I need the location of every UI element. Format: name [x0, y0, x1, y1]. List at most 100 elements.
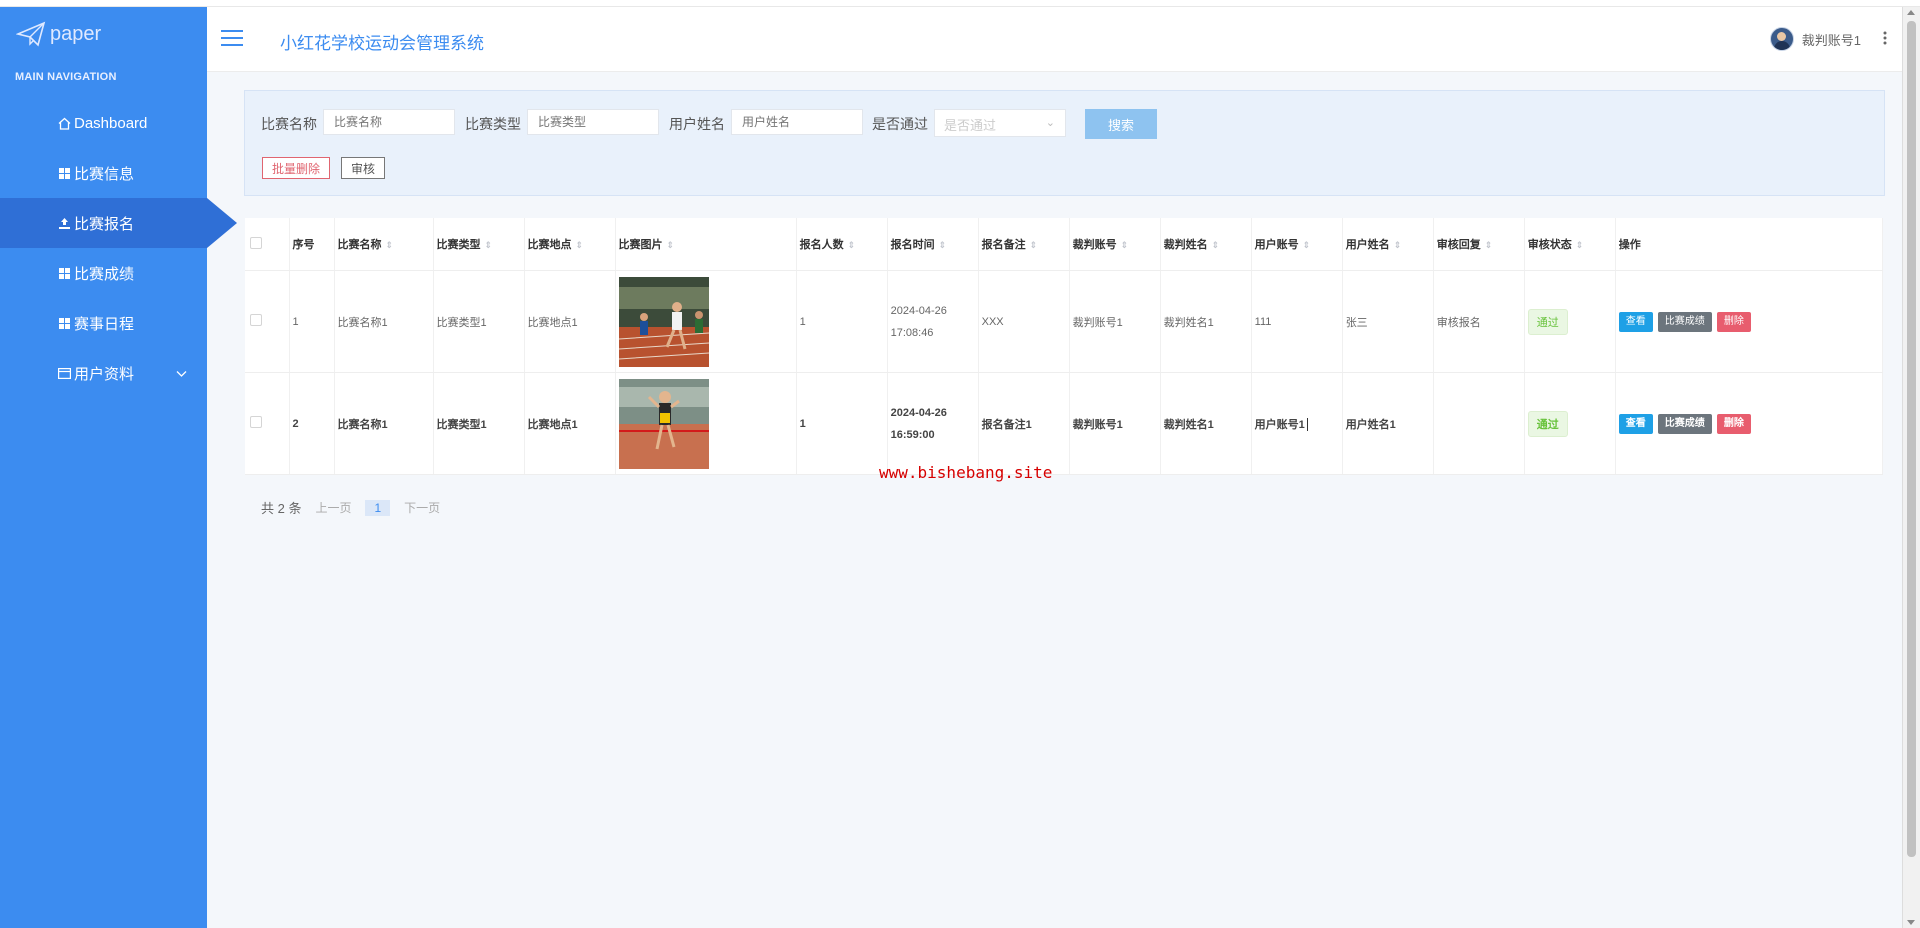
scrollbar-thumb[interactable] — [1907, 21, 1916, 857]
more-vertical-icon[interactable] — [1883, 31, 1887, 45]
sidebar-item-label: 比赛报名 — [74, 215, 135, 233]
cell-match-name: 比赛名称1 — [334, 270, 434, 373]
cell-referee-name: 裁判姓名1 — [1160, 270, 1252, 373]
user-menu[interactable]: 裁判账号1 — [1769, 27, 1887, 51]
table-header-row: 序号 比赛名称 ⇕ 比赛类型 ⇕ 比赛地点 ⇕ 比赛图片 ⇕ 报名人数 ⇕ 报名时间 ⇕ 报… — [245, 218, 1884, 271]
sort-icon[interactable]: ⇕ — [576, 240, 584, 251]
scroll-up-arrow-icon[interactable] — [1907, 10, 1915, 15]
registration-table: 序号 比赛名称 ⇕ 比赛类型 ⇕ 比赛地点 ⇕ 比赛图片 ⇕ 报名人数 ⇕ 报名时间 ⇕ 报… — [245, 218, 1884, 475]
sidebar-item-scores[interactable]: 比赛成绩 — [0, 248, 207, 298]
sidebar-item-dashboard[interactable]: Dashboard — [0, 98, 207, 148]
sort-icon[interactable]: ⇕ — [1212, 240, 1220, 251]
page-scrollbar[interactable] — [1902, 7, 1920, 928]
sidebar-item-label: Dashboard — [74, 114, 148, 132]
sidebar: paper MAIN NAVIGATION Dashboard 比赛信息 比赛报… — [0, 7, 237, 928]
column-header: 序号 — [289, 218, 335, 271]
text-cursor — [1306, 418, 1308, 432]
prev-page-button[interactable]: 上一页 — [315, 499, 351, 516]
sidebar-item-user-profile[interactable]: 用户资料 — [0, 348, 207, 398]
match-photo-image[interactable] — [618, 276, 709, 367]
cell-time: 2024-04-26 16:59:00 — [887, 372, 979, 475]
column-header-sortable[interactable]: 用户姓名 ⇕ — [1342, 218, 1434, 271]
watermark-text: www.bishebang.site — [879, 463, 1053, 482]
sort-icon[interactable]: ⇕ — [1030, 240, 1038, 251]
cell-match-name: 比赛名称1 — [334, 372, 434, 475]
view-button[interactable]: 查看 — [1618, 413, 1653, 434]
column-header-sortable[interactable]: 报名人数 ⇕ — [796, 218, 888, 271]
score-button[interactable]: 比赛成绩 — [1657, 311, 1712, 332]
sidebar-item-label: 用户资料 — [74, 365, 135, 383]
cell-reply — [1433, 372, 1525, 475]
user-name-input[interactable] — [731, 109, 863, 135]
column-header-sortable[interactable]: 比赛地点 ⇕ — [524, 218, 616, 271]
cell-referee-account: 裁判账号1 — [1069, 270, 1161, 373]
next-page-button[interactable]: 下一页 — [404, 499, 440, 516]
sidebar-item-schedule[interactable]: 赛事日程 — [0, 298, 207, 348]
row-checkbox[interactable] — [250, 314, 262, 326]
sort-icon[interactable]: ⇕ — [485, 240, 493, 251]
cell-time: 2024-04-26 17:08:46 — [887, 270, 979, 373]
avatar[interactable] — [1769, 27, 1794, 51]
column-header-sortable[interactable]: 比赛名称 ⇕ — [334, 218, 434, 271]
pagination: 共 2 条 上一页 1 下一页 — [261, 498, 440, 517]
column-header-sortable[interactable]: 裁判姓名 ⇕ — [1160, 218, 1252, 271]
column-header-sortable[interactable]: 审核状态 ⇕ — [1524, 218, 1616, 271]
row-checkbox[interactable] — [250, 416, 262, 428]
hamburger-menu-icon[interactable] — [221, 30, 243, 46]
cell-status: 通过 — [1524, 372, 1616, 475]
sort-icon[interactable]: ⇕ — [1485, 240, 1493, 251]
cell-user-name: 张三 — [1342, 270, 1434, 373]
sort-icon[interactable]: ⇕ — [1394, 240, 1402, 251]
match-type-label: 比赛类型 — [465, 116, 521, 132]
column-header-sortable[interactable]: 比赛图片 ⇕ — [615, 218, 797, 271]
sort-icon[interactable]: ⇕ — [848, 240, 856, 251]
score-button[interactable]: 比赛成绩 — [1657, 413, 1712, 434]
passed-select[interactable]: 是否通过 ⌄ — [934, 109, 1066, 137]
delete-button[interactable]: 删除 — [1716, 413, 1751, 434]
column-header-sortable[interactable]: 裁判账号 ⇕ — [1069, 218, 1161, 271]
match-name-input[interactable] — [323, 109, 455, 135]
cell-match-type: 比赛类型1 — [433, 270, 525, 373]
cell-match-place: 比赛地点1 — [524, 270, 616, 373]
view-button[interactable]: 查看 — [1618, 311, 1653, 332]
search-button[interactable]: 搜索 — [1085, 109, 1157, 139]
column-header-sortable[interactable]: 报名时间 ⇕ — [887, 218, 979, 271]
chevron-down-icon: ⌄ — [1045, 117, 1055, 129]
chevron-down-icon[interactable] — [176, 365, 187, 382]
top-header: 小红花学校运动会管理系统 裁判账号1 — [207, 7, 1903, 72]
sort-icon[interactable]: ⇕ — [386, 240, 394, 251]
cell-referee-account: 裁判账号1 — [1069, 372, 1161, 475]
cell-match-image — [615, 372, 797, 475]
sidebar-item-registration[interactable]: 比赛报名 — [0, 198, 237, 248]
cell-referee-name: 裁判姓名1 — [1160, 372, 1252, 475]
column-header-sortable[interactable]: 报名备注 ⇕ — [978, 218, 1070, 271]
sort-icon[interactable]: ⇕ — [1303, 240, 1311, 251]
column-header-sortable[interactable]: 审核回复 ⇕ — [1433, 218, 1525, 271]
match-type-input[interactable] — [527, 109, 659, 135]
sidebar-item-match-info[interactable]: 比赛信息 — [0, 148, 207, 198]
page-number-button[interactable]: 1 — [365, 499, 391, 516]
audit-button[interactable]: 审核 — [341, 157, 386, 179]
cell-user-account: 111 — [1251, 270, 1343, 373]
table-row: 2 比赛名称1 比赛类型1 比赛地点1 1 2024-04-26 16:59:0… — [245, 372, 1884, 475]
sort-icon[interactable]: ⇕ — [1121, 240, 1129, 251]
delete-button[interactable]: 删除 — [1716, 311, 1751, 332]
column-header-sortable[interactable]: 比赛类型 ⇕ — [433, 218, 525, 271]
scroll-down-arrow-icon[interactable] — [1907, 920, 1915, 925]
id-card-icon — [57, 366, 71, 380]
column-header-sortable[interactable]: 用户账号 ⇕ — [1251, 218, 1343, 271]
home-icon — [57, 116, 71, 130]
total-count: 共 2 条 — [261, 501, 302, 516]
column-header: 操作 — [1615, 218, 1884, 271]
batch-delete-button[interactable]: 批量删除 — [262, 157, 331, 179]
sort-icon[interactable]: ⇕ — [667, 240, 675, 251]
sort-icon[interactable]: ⇕ — [939, 240, 947, 251]
sort-icon[interactable]: ⇕ — [1576, 240, 1584, 251]
cell-status: 通过 — [1524, 270, 1616, 373]
nav-heading: MAIN NAVIGATION — [15, 71, 117, 83]
match-photo-image[interactable] — [618, 378, 709, 469]
sidebar-item-label: 赛事日程 — [74, 315, 135, 333]
cell-actions: 查看 比赛成绩 删除 — [1615, 270, 1884, 373]
cell-user-name: 用户姓名1 — [1342, 372, 1434, 475]
select-all-checkbox[interactable] — [250, 236, 262, 249]
